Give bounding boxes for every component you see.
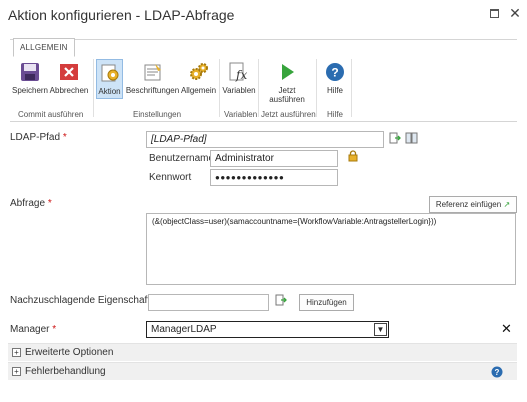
general-button-label: Allgemein (180, 86, 217, 95)
run-now-label-line1: Jetzt (278, 86, 296, 95)
ribbon-separator (219, 59, 220, 117)
help-icon: ? (323, 60, 347, 84)
ldap-path-input[interactable]: [LDAP-Pfad] (146, 131, 384, 148)
labels-button-label: Beschriftungen (125, 86, 180, 95)
address-book-icon[interactable] (405, 132, 418, 144)
close-button[interactable]: ✕ (508, 6, 522, 20)
advanced-options-section[interactable]: + Erweiterte Optionen (8, 343, 517, 361)
gear-icon (187, 60, 211, 84)
run-now-button[interactable]: Jetzt ausführen (262, 60, 312, 104)
manager-label: Manager * (10, 324, 57, 335)
ribbon-separator (351, 59, 352, 117)
maximize-icon (489, 8, 499, 18)
run-now-label-line2: ausführen (269, 95, 305, 104)
insert-reference-icon[interactable] (275, 294, 287, 306)
insert-reference-arrow-icon: ↗ (503, 200, 511, 209)
insert-reference-label: Referenz einfügen (435, 200, 502, 209)
cancel-button-label: Abbrechen (49, 86, 89, 95)
ribbon-separator (316, 59, 317, 117)
username-label: Benutzername (149, 153, 215, 164)
help-button[interactable]: ? Hilfe (322, 60, 348, 95)
tab-allgemein[interactable]: ALLGEMEIN (13, 38, 75, 57)
password-label: Kennwort (149, 172, 192, 183)
group-label-commit: Commit ausführen (18, 110, 84, 119)
advanced-options-label: Erweiterte Optionen (25, 347, 114, 358)
help-button-label: Hilfe (326, 86, 343, 95)
variables-button-label: Variablen (222, 86, 256, 95)
error-handling-label: Fehlerbehandlung (25, 366, 106, 377)
lookup-property-label: Nachzuschlagende Eigenschaft (10, 295, 151, 306)
chevron-down-icon: ▼ (374, 323, 387, 336)
labels-icon (141, 60, 165, 84)
svg-text:fx: fx (235, 68, 247, 82)
play-icon (275, 60, 299, 84)
query-label: Abfrage * (10, 198, 52, 209)
action-button[interactable]: Aktion (96, 59, 123, 99)
ribbon-separator (93, 59, 94, 117)
remove-manager-button[interactable]: ✕ (501, 322, 512, 335)
group-label-run: Jetzt ausführen (261, 110, 316, 119)
group-label-help: Hilfe (327, 110, 344, 119)
save-button-label: Speichern (11, 86, 49, 95)
insert-reference-icon[interactable] (389, 132, 401, 144)
username-input[interactable]: Administrator (210, 150, 338, 167)
save-icon (18, 60, 42, 84)
lookup-property-input[interactable] (148, 294, 269, 311)
add-button[interactable]: Hinzufügen (299, 294, 354, 311)
ldap-path-label: LDAP-Pfad * (10, 132, 67, 143)
action-button-label: Aktion (98, 87, 121, 96)
cancel-button[interactable]: Abbrechen (50, 60, 88, 95)
manager-select[interactable]: ManagerLDAP ▼ (146, 321, 389, 338)
variables-icon: fx (227, 60, 251, 84)
insert-reference-button[interactable]: Referenz einfügen ↗ (429, 196, 517, 213)
window-title: Aktion konfigurieren - LDAP-Abfrage (8, 7, 235, 23)
ribbon-divider (10, 121, 517, 122)
action-icon (98, 61, 122, 85)
error-handling-section[interactable]: + Fehlerbehandlung ? (8, 362, 517, 380)
save-button[interactable]: Speichern (11, 60, 49, 95)
variables-button[interactable]: fx Variablen (222, 60, 256, 95)
password-input[interactable]: ●●●●●●●●●●●●● (210, 169, 338, 186)
labels-button[interactable]: Beschriftungen (126, 60, 179, 95)
expand-icon: + (12, 367, 21, 376)
group-label-variables: Variablen (224, 110, 258, 119)
general-button[interactable]: Allgemein (181, 60, 216, 95)
help-icon[interactable]: ? (491, 366, 503, 381)
svg-text:?: ? (331, 66, 338, 80)
lock-icon (347, 150, 359, 162)
ribbon-separator (258, 59, 259, 117)
manager-select-value: ManagerLDAP (151, 324, 217, 335)
svg-text:?: ? (495, 368, 500, 377)
maximize-button[interactable] (487, 6, 501, 20)
expand-icon: + (12, 348, 21, 357)
query-textarea[interactable]: (&(objectClass=user)(samaccountname={Wor… (146, 213, 516, 285)
group-label-settings: Einstellungen (133, 110, 182, 119)
cancel-icon (57, 60, 81, 84)
